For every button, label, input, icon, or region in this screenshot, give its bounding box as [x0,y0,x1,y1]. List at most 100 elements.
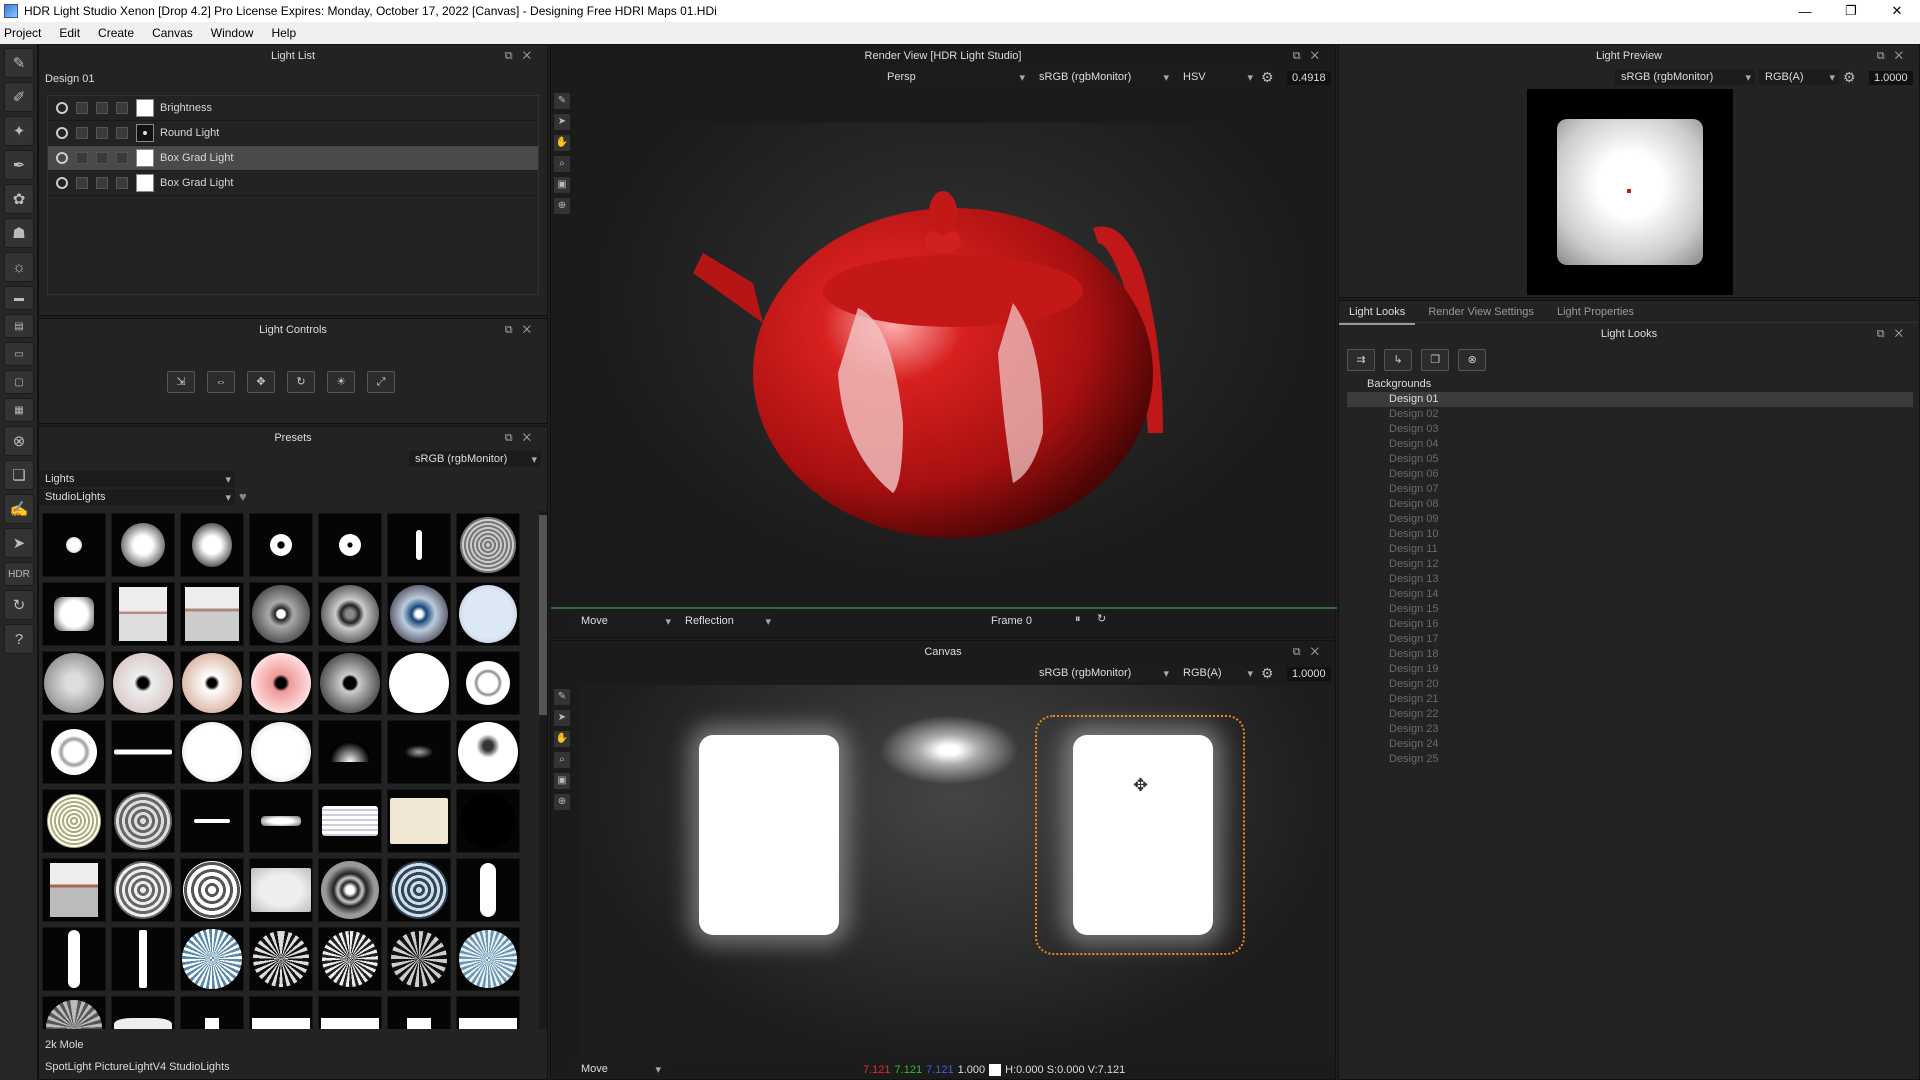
preset-thumb[interactable] [318,858,382,922]
brush-icon[interactable]: ✎ [4,48,34,78]
render-channel-dropdown[interactable]: HSV [1177,69,1257,85]
preset-thumb[interactable] [456,582,520,646]
tree-root-backgrounds[interactable]: Backgrounds [1347,377,1913,392]
paint-tool-icon[interactable]: ✎ [553,92,571,110]
preset-thumb[interactable] [456,789,520,853]
preset-thumb[interactable] [318,651,382,715]
render-colorspace-dropdown[interactable]: sRGB (rgbMonitor) [1033,69,1173,85]
canvas-channel-dropdown[interactable]: RGB(A) [1177,665,1257,681]
preset-thumb[interactable] [249,858,313,922]
look-design-13[interactable]: Design 13 [1347,572,1913,587]
preset-thumb[interactable] [180,858,244,922]
panel-controls-icon[interactable]: ⧉✕ [1293,45,1329,67]
presets-scrollbar[interactable] [539,511,547,1029]
resize-icon[interactable]: ⤢ [367,371,395,393]
menu-help[interactable]: Help [267,26,306,40]
preset-thumb[interactable] [180,651,244,715]
preset-thumb[interactable] [42,582,106,646]
render-viewport[interactable] [603,123,1303,569]
look-design-07[interactable]: Design 07 [1347,482,1913,497]
preset-thumb[interactable] [42,789,106,853]
preset-thumb[interactable] [42,996,106,1029]
preview-exposure-value[interactable]: 1.0000 [1869,71,1913,85]
box-light-left[interactable] [699,735,839,935]
look-design-05[interactable]: Design 05 [1347,452,1913,467]
look-design-12[interactable]: Design 12 [1347,557,1913,572]
rotate-icon[interactable]: ↻ [287,371,315,393]
panel-controls-icon[interactable]: ⧉✕ [505,319,541,341]
scale-icon[interactable]: ⇲ [167,371,195,393]
exposure-icon[interactable]: ⚙ [1261,665,1274,682]
pan-tool-icon[interactable]: ✋ [553,730,571,748]
paint-tool-icon[interactable]: ✎ [553,688,571,706]
look-design-03[interactable]: Design 03 [1347,422,1913,437]
insert-look-icon[interactable]: ↳ [1384,349,1413,371]
preset-thumb[interactable] [318,996,382,1029]
duplicate-look-icon[interactable]: ❐ [1421,349,1450,371]
solo-checkbox[interactable] [76,177,88,189]
panel-controls-icon[interactable]: ⧉✕ [505,45,541,67]
preset-thumb[interactable] [318,789,382,853]
preset-thumb[interactable] [180,927,244,991]
look-design-16[interactable]: Design 16 [1347,617,1913,632]
lock-checkbox[interactable] [96,177,108,189]
minimize-button[interactable]: — [1782,0,1828,22]
preset-thumb[interactable] [387,789,451,853]
move-icon[interactable]: ✥ [247,371,275,393]
preset-thumb[interactable] [387,720,451,784]
preset-thumb[interactable] [42,513,106,577]
tab-render-view-settings[interactable]: Render View Settings [1418,301,1544,323]
preset-thumb[interactable] [249,789,313,853]
image-icon[interactable]: ▦ [4,398,34,422]
preset-thumb[interactable] [180,996,244,1029]
look-design-23[interactable]: Design 23 [1347,722,1913,737]
look-design-25[interactable]: Design 25 [1347,752,1913,767]
look-design-20[interactable]: Design 20 [1347,677,1913,692]
exposure-icon[interactable]: ⚙ [1843,69,1856,86]
render-exposure-value[interactable]: 0.4918 [1287,71,1331,85]
shading-dropdown[interactable]: Reflection [679,613,775,629]
preset-thumb[interactable] [180,582,244,646]
presets-subcategory-dropdown[interactable]: StudioLights [39,489,235,505]
look-design-19[interactable]: Design 19 [1347,662,1913,677]
pen-icon[interactable]: ✒ [4,150,34,180]
menu-canvas[interactable]: Canvas [148,26,203,40]
look-design-21[interactable]: Design 21 [1347,692,1913,707]
preset-thumb[interactable] [249,996,313,1029]
light-row-brightness[interactable]: Brightness [48,96,538,121]
preset-thumb[interactable] [180,789,244,853]
preview-colorspace-dropdown[interactable]: sRGB (rgbMonitor) [1615,69,1755,85]
panel-controls-icon[interactable]: ⧉✕ [1877,323,1913,345]
preset-thumb[interactable] [249,927,313,991]
look-design-15[interactable]: Design 15 [1347,602,1913,617]
preset-thumb[interactable] [111,927,175,991]
sun-icon[interactable]: ☼ [4,252,34,282]
preset-thumb[interactable] [180,720,244,784]
preset-thumb[interactable] [180,513,244,577]
hdr-refresh-icon[interactable]: ↻ [4,590,34,620]
pause-icon[interactable]: ⏸ [1075,613,1081,626]
preset-thumb[interactable] [456,720,520,784]
preset-thumb[interactable] [318,927,382,991]
mute-checkbox[interactable] [116,177,128,189]
stretch-horizontal-icon[interactable]: ⇔ [207,371,235,393]
lock-checkbox[interactable] [96,127,108,139]
preset-thumb[interactable] [111,858,175,922]
canvas-exposure-value[interactable]: 1.0000 [1287,667,1331,681]
refresh-icon[interactable]: ↻ [1097,612,1106,625]
solo-checkbox[interactable] [76,102,88,114]
preset-thumb[interactable] [249,582,313,646]
preset-thumb[interactable] [111,582,175,646]
mute-checkbox[interactable] [116,102,128,114]
preset-thumb[interactable] [111,513,175,577]
select-tool-icon[interactable]: ➤ [553,709,571,727]
preset-thumb[interactable] [111,996,175,1029]
zoom-tool-icon[interactable]: ⌕ [553,155,571,173]
visibility-icon[interactable] [56,102,68,114]
light-row-box-grad-2[interactable]: Box Grad Light [48,171,538,196]
preset-thumb[interactable] [111,789,175,853]
canvas-viewport[interactable]: ✥ [579,685,1335,1057]
select-tool-icon[interactable]: ➤ [553,113,571,131]
visibility-icon[interactable] [56,152,68,164]
look-design-09[interactable]: Design 09 [1347,512,1913,527]
